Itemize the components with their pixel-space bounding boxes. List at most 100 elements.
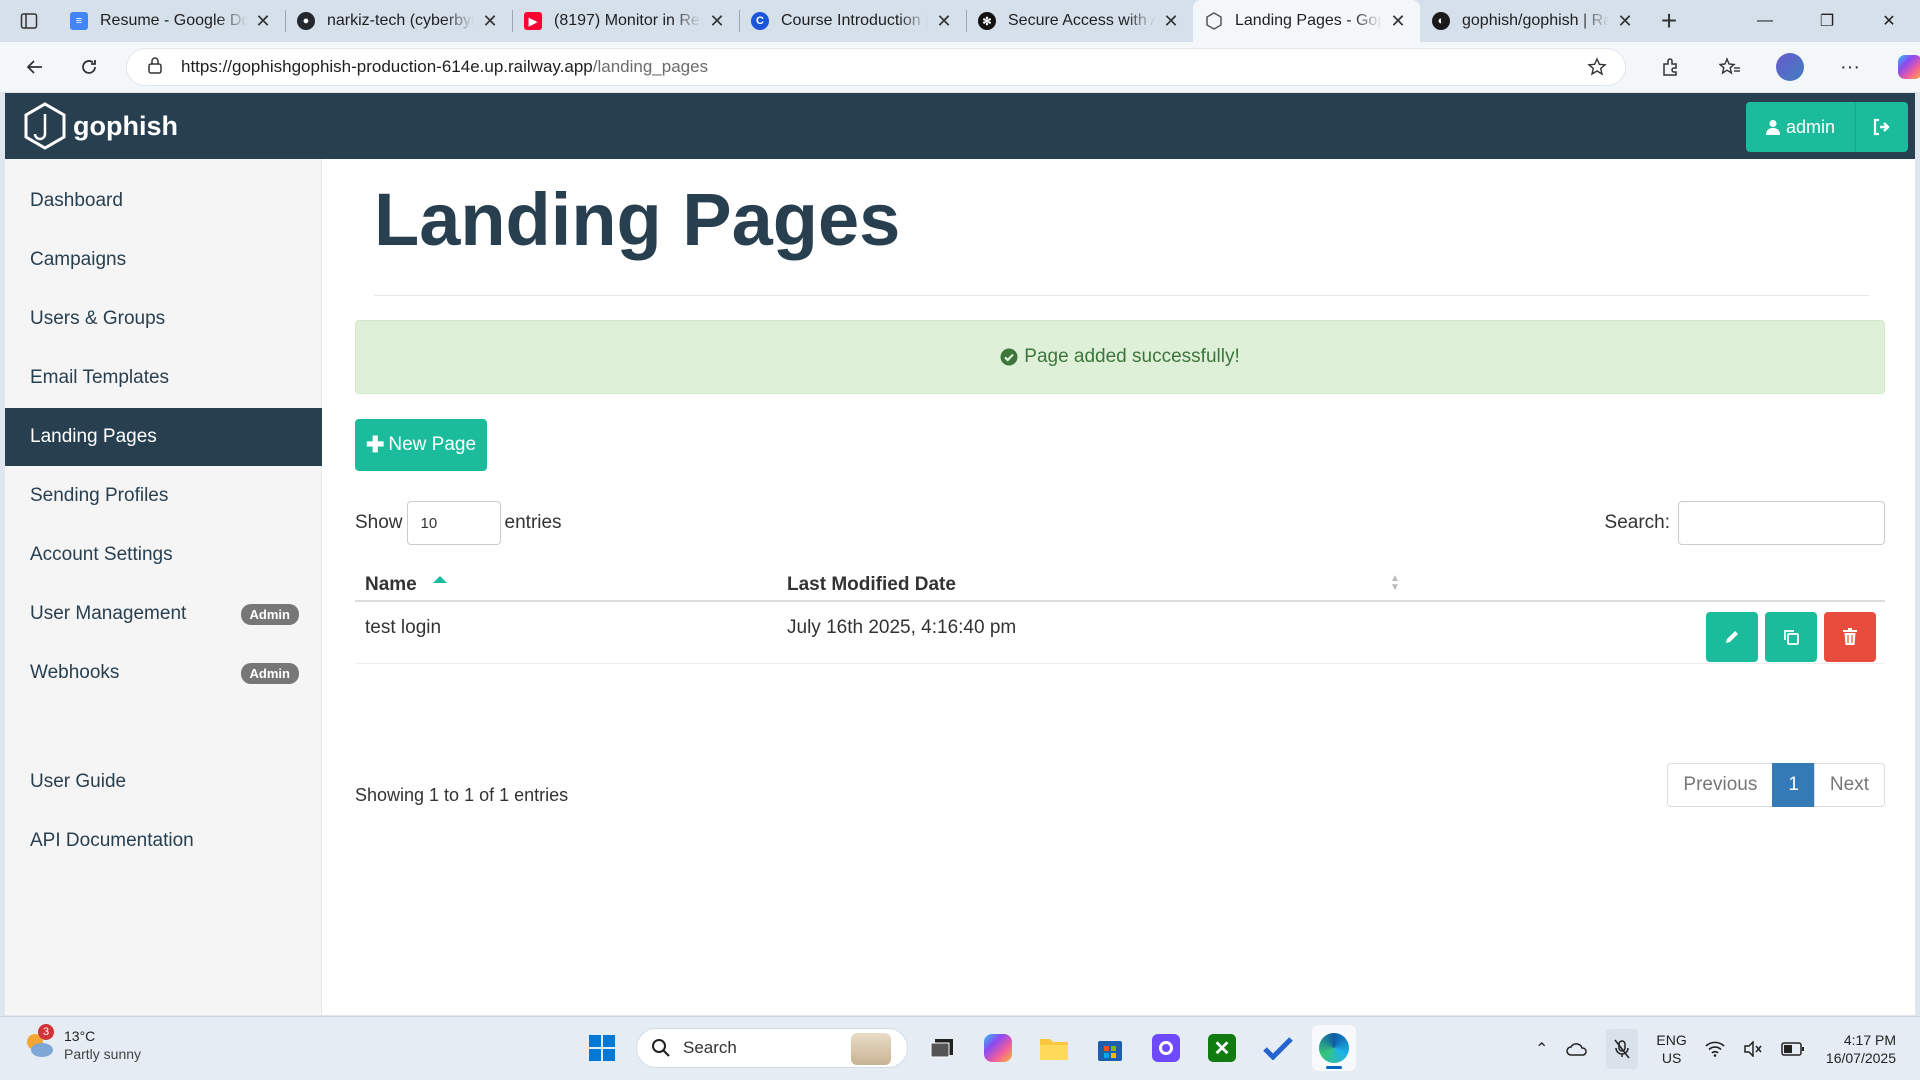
sidebar-item-users-groups[interactable]: Users & Groups (5, 290, 322, 348)
microsoft-store-icon[interactable] (1088, 1025, 1132, 1071)
copy-button[interactable] (1765, 612, 1817, 662)
search-input[interactable] (1678, 501, 1885, 545)
show-hidden-icons-chevron-icon[interactable]: ⌃ (1535, 1039, 1548, 1059)
next-page-button[interactable]: Next (1813, 763, 1885, 807)
cell-name: test login (365, 617, 442, 638)
new-page-label: New Page (388, 434, 477, 455)
windows-taskbar: 3 13°C Partly sunny Search ✕ ⌃ ENG US 4:… (0, 1016, 1920, 1080)
sidebar-item-api-documentation[interactable]: API Documentation (5, 812, 322, 870)
copilot-icon[interactable] (1880, 42, 1920, 92)
weather-widget[interactable]: 3 13°C Partly sunny (22, 1024, 142, 1063)
sidebar-item-label: Email Templates (30, 367, 170, 388)
success-alert: Page added successfully! (355, 320, 1885, 394)
sidebar-item-label: Campaigns (30, 249, 127, 270)
lock-icon[interactable] (147, 56, 163, 79)
new-page-button[interactable]: ✚ New Page (355, 419, 487, 471)
sidebar-item-label: User Management (30, 603, 187, 624)
close-icon[interactable]: ✕ (934, 11, 954, 32)
sidebar-item-label: API Documentation (30, 830, 194, 851)
start-windows-icon[interactable] (580, 1025, 624, 1071)
gophish-logo-icon (24, 102, 66, 150)
browser-tab[interactable]: ◐ gophish/gophish | Rail ✕ (1420, 0, 1647, 42)
close-icon[interactable]: ✕ (1615, 11, 1635, 32)
file-explorer-icon[interactable] (1032, 1025, 1076, 1071)
browser-tab[interactable]: ▶ (8197) Monitor in Real ✕ (512, 0, 739, 42)
refresh-icon[interactable] (62, 47, 116, 87)
favorite-star-icon[interactable] (1587, 57, 1607, 82)
profile-avatar-icon[interactable] (1760, 42, 1820, 92)
extensions-icon[interactable] (1640, 42, 1700, 92)
user-icon (1765, 120, 1780, 135)
proton-app-icon[interactable] (1144, 1025, 1188, 1071)
column-header-last-modified[interactable]: Last Modified Date ▲ ▼ (787, 574, 1400, 596)
close-icon[interactable]: ✕ (480, 11, 500, 32)
system-clock[interactable]: 4:17 PM 16/07/2025 (1826, 1031, 1896, 1067)
entries-value: 10 (420, 514, 438, 532)
battery-icon[interactable] (1781, 1042, 1805, 1056)
xbox-icon[interactable]: ✕ (1200, 1025, 1244, 1071)
entries-select[interactable]: 10 (406, 501, 501, 545)
browser-tab[interactable]: ✻ Secure Access with Az ✕ (966, 0, 1193, 42)
previous-page-button[interactable]: Previous (1667, 763, 1774, 807)
browser-tab-strip: ≡ Resume - Google Docs ✕ ● narkiz-tech (… (0, 0, 1920, 42)
wifi-icon[interactable] (1705, 1041, 1725, 1057)
browser-tab[interactable]: ● narkiz-tech (cyberbyna ✕ (285, 0, 512, 42)
sidebar-item-account-settings[interactable]: Account Settings (5, 526, 322, 584)
close-window-icon[interactable]: ✕ (1858, 0, 1920, 42)
weather-temp: 13°C (64, 1028, 96, 1044)
favorites-icon[interactable] (1700, 42, 1760, 92)
edit-button[interactable] (1706, 612, 1758, 662)
landing-pages-table: Name Last Modified Date ▲ ▼ test login Ju… (355, 554, 1885, 664)
lang-bottom: US (1661, 1050, 1682, 1066)
sidebar-item-dashboard[interactable]: Dashboard (5, 172, 322, 230)
column-header-name[interactable]: Name (365, 574, 447, 596)
table-row: test login July 16th 2025, 4:16:40 pm (355, 602, 1885, 664)
page-1-button[interactable]: 1 (1772, 763, 1815, 807)
row-actions (1706, 612, 1876, 662)
tab-title: Course Introduction | C (781, 12, 928, 29)
sidebar-item-sending-profiles[interactable]: Sending Profiles (5, 467, 322, 525)
sidebar-item-user-guide[interactable]: User Guide (5, 753, 322, 811)
volume-muted-icon[interactable] (1743, 1041, 1763, 1057)
logout-button[interactable] (1856, 102, 1908, 152)
sidebar-item-email-templates[interactable]: Email Templates (5, 349, 322, 407)
taskbar-search-input[interactable]: Search (636, 1028, 908, 1068)
close-icon[interactable]: ✕ (253, 11, 273, 32)
sidebar-item-user-management[interactable]: User Management Admin (5, 585, 322, 643)
back-icon[interactable] (8, 47, 62, 87)
task-view-icon[interactable] (920, 1025, 964, 1071)
brand-logo[interactable]: gophish (23, 102, 178, 150)
railway-icon: ◐ (1432, 12, 1450, 30)
close-icon[interactable]: ✕ (1161, 11, 1181, 32)
pagination: Previous 1 Next (1667, 763, 1885, 807)
sidebar-item-label: Sending Profiles (30, 485, 169, 506)
browser-tab[interactable]: ≡ Resume - Google Docs ✕ (58, 0, 285, 42)
minimize-icon[interactable]: ― (1734, 0, 1796, 42)
address-bar[interactable]: https://gophishgophish-production-614e.u… (126, 48, 1626, 86)
microphone-muted-icon[interactable] (1606, 1029, 1639, 1069)
more-options-icon[interactable]: ··· (1820, 42, 1880, 92)
new-tab-button[interactable]: + (1647, 5, 1691, 37)
weather-desc: Partly sunny (64, 1046, 142, 1062)
title-divider (374, 295, 1869, 296)
user-menu-button[interactable]: admin (1745, 102, 1856, 152)
restore-icon[interactable]: ❐ (1796, 0, 1858, 42)
close-icon[interactable]: ✕ (707, 11, 727, 32)
todo-icon[interactable] (1256, 1025, 1300, 1071)
tab-title: narkiz-tech (cyberbyna (327, 12, 474, 29)
sidebar-item-landing-pages[interactable]: Landing Pages (5, 408, 322, 466)
delete-button[interactable] (1824, 612, 1876, 662)
browser-tab-active[interactable]: Landing Pages - Gophi ✕ (1193, 0, 1420, 42)
sidebar-item-webhooks[interactable]: Webhooks Admin (5, 644, 322, 702)
copilot-app-icon[interactable] (976, 1025, 1020, 1071)
language-indicator[interactable]: ENG US (1656, 1031, 1686, 1067)
user-button-group: admin (1745, 102, 1908, 152)
edge-browser-icon[interactable] (1312, 1025, 1356, 1071)
tab-actions-icon[interactable] (0, 0, 58, 42)
browser-toolbar-right: ··· (1640, 42, 1920, 92)
browser-tab[interactable]: C Course Introduction | C ✕ (739, 0, 966, 42)
alert-message: Page added successfully! (1024, 346, 1240, 367)
sidebar-item-campaigns[interactable]: Campaigns (5, 231, 322, 289)
close-icon[interactable]: ✕ (1388, 11, 1408, 32)
onedrive-cloud-icon[interactable] (1566, 1041, 1588, 1057)
